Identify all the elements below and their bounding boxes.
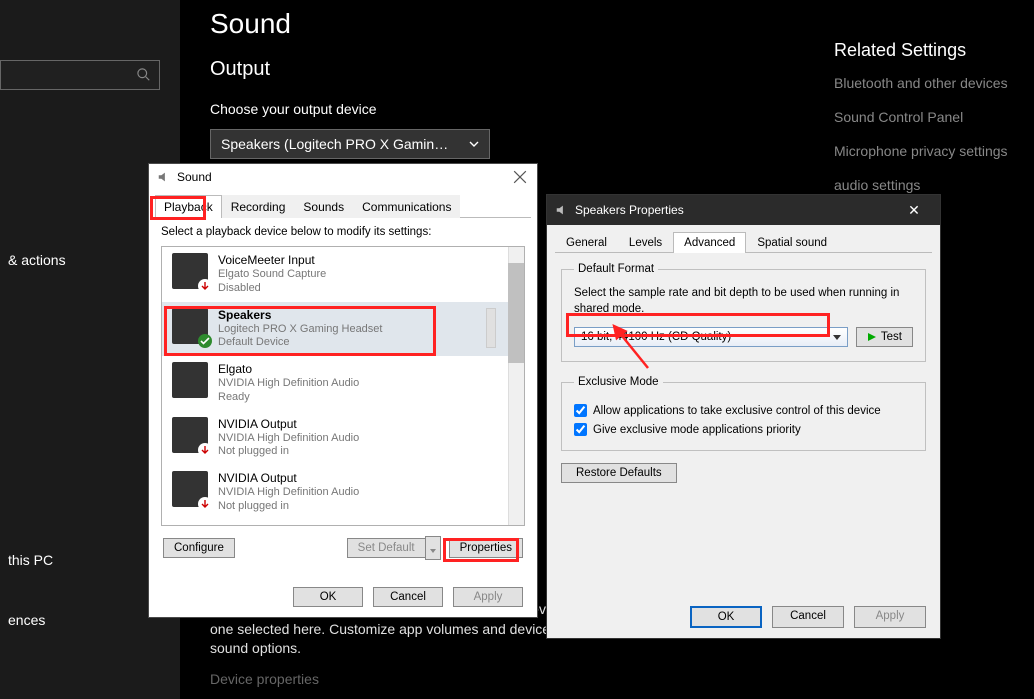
apply-button[interactable]: Apply	[453, 587, 523, 607]
chevron-down-icon	[833, 333, 841, 341]
device-icon	[172, 417, 208, 453]
default-format-legend: Default Format	[574, 263, 658, 275]
page-title: Sound	[210, 8, 1034, 40]
device-name: Speakers	[218, 308, 382, 323]
checkbox-label: Allow applications to take exclusive con…	[593, 405, 881, 417]
device-name: NVIDIA Output	[218, 471, 359, 486]
speaker-icon	[555, 203, 569, 217]
ok-button[interactable]: OK	[690, 606, 762, 628]
default-format-group: Default Format Select the sample rate an…	[561, 263, 926, 362]
cancel-button[interactable]: Cancel	[373, 587, 443, 607]
related-link[interactable]: Microphone privacy settings	[834, 143, 1034, 159]
sound-titlebar[interactable]: Sound	[149, 164, 537, 194]
restore-defaults-button[interactable]: Restore Defaults	[561, 463, 677, 483]
tab-sounds[interactable]: Sounds	[294, 195, 353, 218]
device-sub: Logitech PRO X Gaming Headset	[218, 323, 382, 337]
speaker-icon	[157, 170, 171, 184]
device-item[interactable]: VoiceMeeter InputElgato Sound CaptureDis…	[162, 247, 524, 302]
scrollbar[interactable]	[508, 247, 524, 525]
tab-advanced[interactable]: Advanced	[673, 232, 746, 253]
device-icon	[172, 253, 208, 289]
sound-control-panel: Sound Playback Recording Sounds Communic…	[148, 163, 538, 618]
device-list: VoiceMeeter InputElgato Sound CaptureDis…	[161, 246, 525, 526]
props-titlebar[interactable]: Speakers Properties ✕	[547, 195, 940, 225]
device-item[interactable]: NVIDIA OutputNVIDIA High Definition Audi…	[162, 411, 524, 466]
device-item[interactable]: ElgatoNVIDIA High Definition AudioReady	[162, 356, 524, 411]
device-state: Default Device	[218, 336, 382, 350]
chevron-down-icon	[469, 139, 479, 149]
output-device-select[interactable]: Speakers (Logitech PRO X Gamin…	[210, 129, 490, 159]
related-link[interactable]: Sound Control Panel	[834, 109, 1034, 125]
down-arrow-badge-icon	[198, 497, 212, 511]
exclusive-mode-legend: Exclusive Mode	[574, 376, 663, 388]
level-meter	[486, 308, 496, 348]
tab-communications[interactable]: Communications	[353, 195, 460, 218]
exclusive-control-checkbox[interactable]: Allow applications to take exclusive con…	[574, 404, 913, 417]
device-name: NVIDIA Output	[218, 417, 359, 432]
test-button[interactable]: Test	[856, 327, 913, 347]
cancel-button[interactable]: Cancel	[772, 606, 844, 628]
set-default-dropdown[interactable]	[425, 536, 441, 560]
device-item[interactable]: NVIDIA OutputNVIDIA High Definition Audi…	[162, 465, 524, 520]
checkbox-input[interactable]	[574, 404, 587, 417]
ok-button[interactable]: OK	[293, 587, 363, 607]
sound-title-text: Sound	[177, 170, 212, 184]
related-link[interactable]: audio settings	[834, 177, 1034, 193]
device-icon	[172, 362, 208, 398]
default-format-desc: Select the sample rate and bit depth to …	[574, 285, 913, 317]
default-badge-icon	[198, 334, 212, 348]
speakers-properties-dialog: Speakers Properties ✕ General Levels Adv…	[546, 194, 941, 639]
device-state: Not plugged in	[218, 445, 359, 459]
properties-button[interactable]: Properties	[449, 538, 523, 558]
device-properties-link[interactable]: Device properties	[210, 671, 319, 687]
tab-levels[interactable]: Levels	[618, 232, 673, 253]
sound-tabs: Playback Recording Sounds Communications	[155, 194, 531, 218]
search-icon	[137, 68, 151, 82]
related-heading: Related Settings	[834, 40, 1034, 61]
apply-button[interactable]: Apply	[854, 606, 926, 628]
tab-playback[interactable]: Playback	[155, 195, 222, 218]
playback-instruction: Select a playback device below to modify…	[161, 226, 525, 238]
tab-general[interactable]: General	[555, 232, 618, 253]
device-sub: NVIDIA High Definition Audio	[218, 486, 359, 500]
scroll-thumb[interactable]	[508, 263, 524, 363]
related-link[interactable]: Bluetooth and other devices	[834, 75, 1034, 91]
device-sub: NVIDIA High Definition Audio	[218, 377, 359, 391]
test-label: Test	[881, 331, 902, 343]
format-dropdown[interactable]: 16 bit, 44100 Hz (CD Quality)	[574, 327, 848, 347]
exclusive-priority-checkbox[interactable]: Give exclusive mode applications priorit…	[574, 423, 913, 436]
set-default-button[interactable]: Set Default	[347, 538, 426, 558]
device-icon	[172, 308, 208, 344]
close-button[interactable]: ✕	[896, 202, 932, 219]
device-sub: Elgato Sound Capture	[218, 268, 326, 282]
settings-search[interactable]	[0, 60, 160, 90]
device-sub: NVIDIA High Definition Audio	[218, 432, 359, 446]
device-state: Disabled	[218, 282, 326, 296]
device-icon	[172, 471, 208, 507]
device-name: VoiceMeeter Input	[218, 253, 326, 268]
device-state: Ready	[218, 391, 359, 405]
down-arrow-badge-icon	[198, 279, 212, 293]
play-icon	[867, 332, 877, 342]
device-item[interactable]: SpeakersLogitech PRO X Gaming HeadsetDef…	[162, 302, 524, 357]
format-value: 16 bit, 44100 Hz (CD Quality)	[581, 331, 731, 343]
props-title-text: Speakers Properties	[575, 203, 684, 217]
exclusive-mode-group: Exclusive Mode Allow applications to tak…	[561, 376, 926, 451]
device-state: Not plugged in	[218, 500, 359, 514]
tab-spatial-sound[interactable]: Spatial sound	[746, 232, 838, 253]
down-arrow-badge-icon	[198, 443, 212, 457]
configure-button[interactable]: Configure	[163, 538, 235, 558]
output-device-value: Speakers (Logitech PRO X Gamin…	[221, 136, 448, 152]
checkbox-label: Give exclusive mode applications priorit…	[593, 424, 801, 436]
device-name: Elgato	[218, 362, 359, 377]
close-icon[interactable]	[513, 170, 527, 184]
props-tabs: General Levels Advanced Spatial sound	[555, 231, 932, 253]
tab-recording[interactable]: Recording	[222, 195, 295, 218]
checkbox-input[interactable]	[574, 423, 587, 436]
